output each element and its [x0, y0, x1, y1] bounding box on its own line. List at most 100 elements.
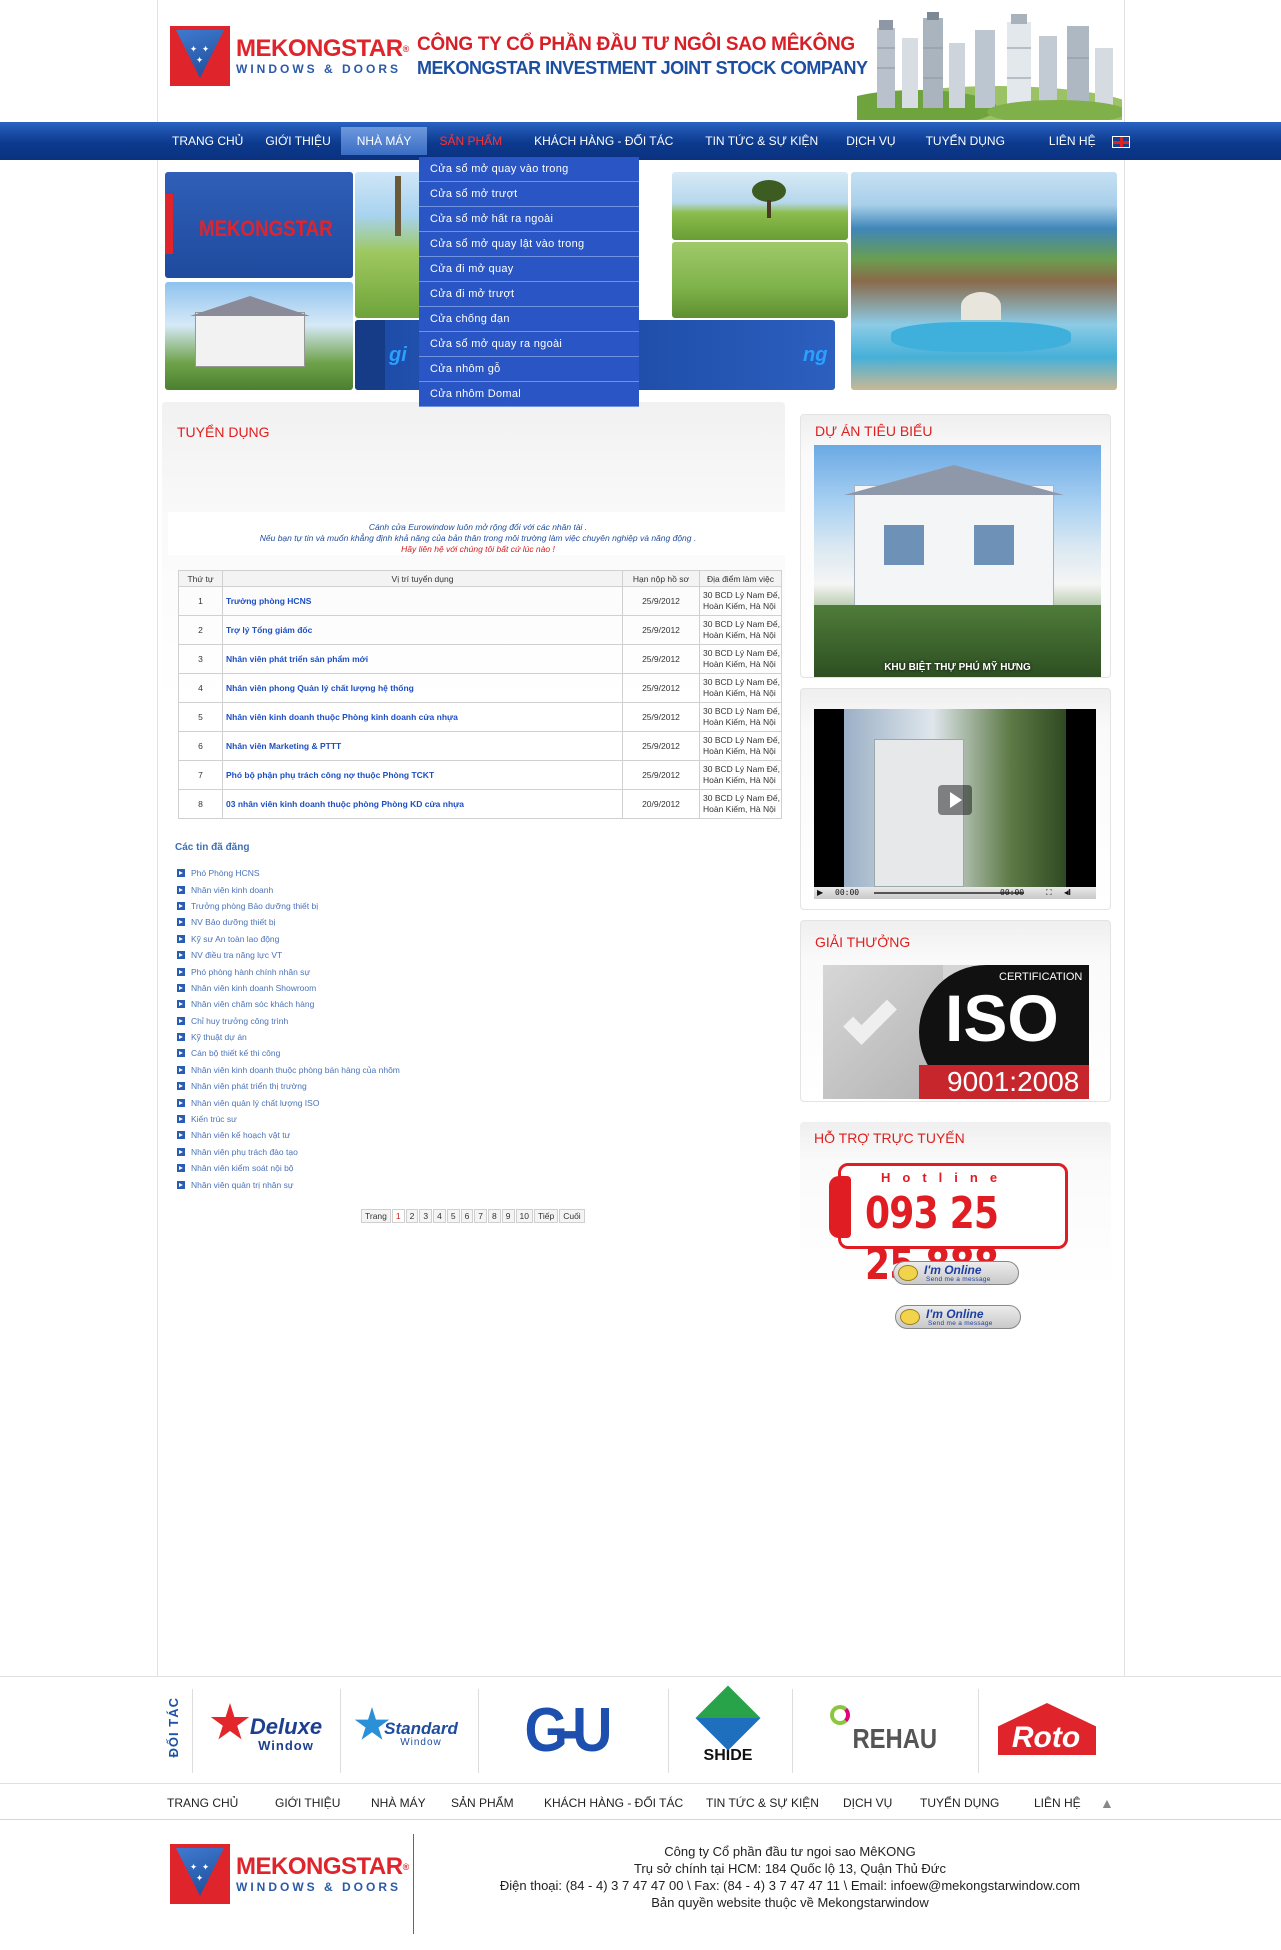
dropdown-item[interactable]: Cửa chống đạn — [419, 307, 639, 332]
dropdown-item[interactable]: Cửa sổ mở trượt — [419, 182, 639, 207]
job-position-link[interactable]: Nhân viên phát triển sản phẩm mới — [222, 644, 623, 674]
list-item[interactable]: Chỉ huy trưởng công trình — [177, 1013, 400, 1029]
footer-nav-customers-partners[interactable]: KHÁCH HÀNG - ĐỐI TÁC — [544, 1786, 706, 1820]
job-position-link[interactable]: 03 nhân viên kinh doanh thuộc phòng Phòn… — [222, 789, 623, 819]
posted-link[interactable]: Phó phòng hành chính nhân sự — [191, 967, 310, 977]
posted-link[interactable]: Trưởng phòng Bảo dưỡng thiết bị — [191, 901, 318, 911]
list-item[interactable]: Kỹ thuật dự án — [177, 1029, 400, 1045]
job-position-link[interactable]: Nhân viên Marketing & PTTT — [222, 731, 623, 761]
last-page-link[interactable]: Cuối — [559, 1209, 585, 1223]
footer-nav-about[interactable]: GIỚI THIỆU — [275, 1786, 371, 1820]
posted-link[interactable]: Nhân viên kinh doanh — [191, 885, 273, 895]
posted-link[interactable]: Cán bộ thiết kế thi công — [191, 1048, 280, 1058]
partner-roto-logo[interactable]: Roto — [986, 1687, 1106, 1773]
list-item[interactable]: Nhân viên phát triển thị trường — [177, 1078, 400, 1094]
posted-link[interactable]: Nhân viên kinh doanh thuộc phòng bán hàn… — [191, 1065, 400, 1075]
list-item[interactable]: Kỹ sư An toàn lao động — [177, 931, 400, 947]
footer-nav-products[interactable]: SẢN PHẨM — [451, 1786, 544, 1820]
posted-link[interactable]: Nhân viên phụ trách đào tạo — [191, 1147, 298, 1157]
posted-link[interactable]: Nhân viên kiểm soát nội bộ — [191, 1163, 294, 1173]
dropdown-item[interactable]: Cửa sổ mở quay ra ngoài — [419, 332, 639, 357]
next-page-link[interactable]: Tiếp — [533, 1209, 559, 1223]
partner-gu-logo[interactable]: G-U — [490, 1687, 640, 1773]
dropdown-item[interactable]: Cửa nhôm Domal — [419, 382, 639, 407]
list-item[interactable]: Nhân viên kinh doanh Showroom — [177, 980, 400, 996]
posted-link[interactable]: NV Bảo dưỡng thiết bị — [191, 917, 276, 927]
partner-shide-logo[interactable]: SHIDE — [676, 1685, 780, 1773]
list-item[interactable]: Nhân viên quản lý chất lượng ISO — [177, 1094, 400, 1110]
nav-about[interactable]: GIỚI THIỆU — [255, 122, 340, 160]
list-item[interactable]: Nhân viên kinh doanh thuộc phòng bán hàn… — [177, 1062, 400, 1078]
list-item[interactable]: NV Bảo dưỡng thiết bị — [177, 914, 400, 930]
nav-home[interactable]: TRANG CHỦ — [160, 122, 255, 160]
dropdown-item[interactable]: Cửa đi mở trượt — [419, 282, 639, 307]
nav-contact[interactable]: LIÊN HỆ — [1049, 134, 1096, 148]
posted-link[interactable]: Nhân viên phát triển thị trường — [191, 1081, 307, 1091]
footer-nav-news-events[interactable]: TIN TỨC & SỰ KIỆN — [706, 1786, 843, 1820]
list-item[interactable]: Nhân viên phụ trách đào tạo — [177, 1144, 400, 1160]
nav-products[interactable]: SẢN PHẨM — [427, 122, 520, 160]
nav-news-events[interactable]: TIN TỨC & SỰ KIỆN — [689, 122, 832, 160]
page-link[interactable]: 8 — [488, 1209, 501, 1223]
list-item[interactable]: Nhân viên quản trị nhân sự — [177, 1176, 400, 1192]
posted-link[interactable]: Nhân viên kinh doanh Showroom — [191, 983, 316, 993]
play-button-icon[interactable]: ▶ — [817, 888, 823, 897]
dropdown-item[interactable]: Cửa sổ mở quay vào trong — [419, 157, 639, 182]
back-to-top-icon[interactable]: ▲ — [1100, 1786, 1114, 1820]
posted-link[interactable]: Kỹ sư An toàn lao động — [191, 934, 279, 944]
footer-nav-services[interactable]: DỊCH VỤ — [843, 1786, 920, 1820]
page-link[interactable]: 4 — [433, 1209, 446, 1223]
project-photo[interactable]: KHU BIỆT THỰ PHÚ MỸ HƯNG — [814, 445, 1101, 677]
job-position-link[interactable]: Trợ lý Tổng giám đốc — [222, 615, 623, 645]
yahoo-online-button[interactable]: I'm Online Send me a message — [893, 1261, 1019, 1285]
nav-customers-partners[interactable]: KHÁCH HÀNG - ĐỐI TÁC — [520, 122, 689, 160]
page-link[interactable]: 2 — [405, 1209, 419, 1223]
dropdown-item[interactable]: Cửa đi mở quay — [419, 257, 639, 282]
yahoo-online-button[interactable]: I'm Online Send me a message — [895, 1305, 1021, 1329]
footer-nav-home[interactable]: TRANG CHỦ — [167, 1786, 275, 1820]
page-link[interactable]: 9 — [501, 1209, 515, 1223]
posted-link[interactable]: Nhân viên kế hoạch vật tư — [191, 1130, 290, 1140]
fullscreen-icon[interactable]: ⛶ — [1046, 888, 1052, 898]
list-item[interactable]: Trưởng phòng Bảo dưỡng thiết bị — [177, 898, 400, 914]
nav-recruitment[interactable]: TUYỂN DỤNG — [910, 122, 1045, 160]
nav-factory[interactable]: NHÀ MÁY — [340, 127, 428, 155]
page-link[interactable]: 7 — [474, 1209, 488, 1223]
page-link[interactable]: 5 — [446, 1209, 460, 1223]
dropdown-item[interactable]: Cửa sổ mở hất ra ngoài — [419, 207, 639, 232]
dropdown-item[interactable]: Cửa sổ mở quay lật vào trong — [419, 232, 639, 257]
dropdown-item[interactable]: Cửa nhôm gỗ — [419, 357, 639, 382]
job-position-link[interactable]: Phó bộ phận phụ trách công nợ thuộc Phòn… — [222, 760, 623, 790]
list-item[interactable]: Phó phòng hành chính nhân sự — [177, 963, 400, 979]
posted-link[interactable]: Nhân viên chăm sóc khách hàng — [191, 999, 314, 1009]
footer-nav-contact[interactable]: LIÊN HỆ — [1034, 1786, 1100, 1820]
posted-link[interactable]: Kiến trúc sư — [191, 1114, 237, 1124]
posted-link[interactable]: Phó Phòng HCNS — [191, 868, 260, 878]
posted-link[interactable]: Nhân viên quản lý chất lượng ISO — [191, 1098, 319, 1108]
footer-logo[interactable]: ✦ ✦ ✦ MEKONGSTAR® WINDOWS & DOORS — [170, 1844, 409, 1904]
list-item[interactable]: Nhân viên kế hoạch vật tư — [177, 1127, 400, 1143]
list-item[interactable]: Phó Phòng HCNS — [177, 865, 400, 881]
header-logo[interactable]: ✦ ✦ ✦ MEKONGSTAR® WINDOWS & DOORS — [170, 26, 409, 86]
list-item[interactable]: Kiến trúc sư — [177, 1111, 400, 1127]
partner-standard-logo[interactable]: Standard Window — [346, 1687, 476, 1773]
posted-link[interactable]: NV điều tra năng lực VT — [191, 950, 282, 960]
page-link[interactable]: 10 — [515, 1209, 533, 1223]
page-link[interactable]: 3 — [419, 1209, 433, 1223]
video-player[interactable]: ▶ 00:00 00:00 ⛶ ◂ıll — [814, 709, 1096, 899]
partner-rehau-logo[interactable]: REHAU — [810, 1687, 960, 1773]
list-item[interactable]: Nhân viên chăm sóc khách hàng — [177, 996, 400, 1012]
list-item[interactable]: NV điều tra năng lực VT — [177, 947, 400, 963]
list-item[interactable]: Cán bộ thiết kế thi công — [177, 1045, 400, 1061]
volume-icon[interactable]: ◂ıll — [1064, 888, 1071, 897]
partner-deluxe-logo[interactable]: Deluxe Window — [200, 1687, 340, 1773]
page-link[interactable]: 1 — [391, 1209, 405, 1223]
footer-nav-recruitment[interactable]: TUYỂN DỤNG — [920, 1786, 1034, 1820]
job-position-link[interactable]: Nhân viên phong Quản lý chất lượng hệ th… — [222, 673, 623, 703]
hotline-card[interactable]: Hotline 093 25 25 888 — [829, 1163, 1068, 1290]
play-icon[interactable] — [938, 785, 972, 815]
uk-flag-icon[interactable] — [1111, 135, 1130, 148]
page-link[interactable]: 6 — [460, 1209, 474, 1223]
nav-services[interactable]: DỊCH VỤ — [832, 122, 909, 160]
posted-link[interactable]: Nhân viên quản trị nhân sự — [191, 1180, 294, 1190]
